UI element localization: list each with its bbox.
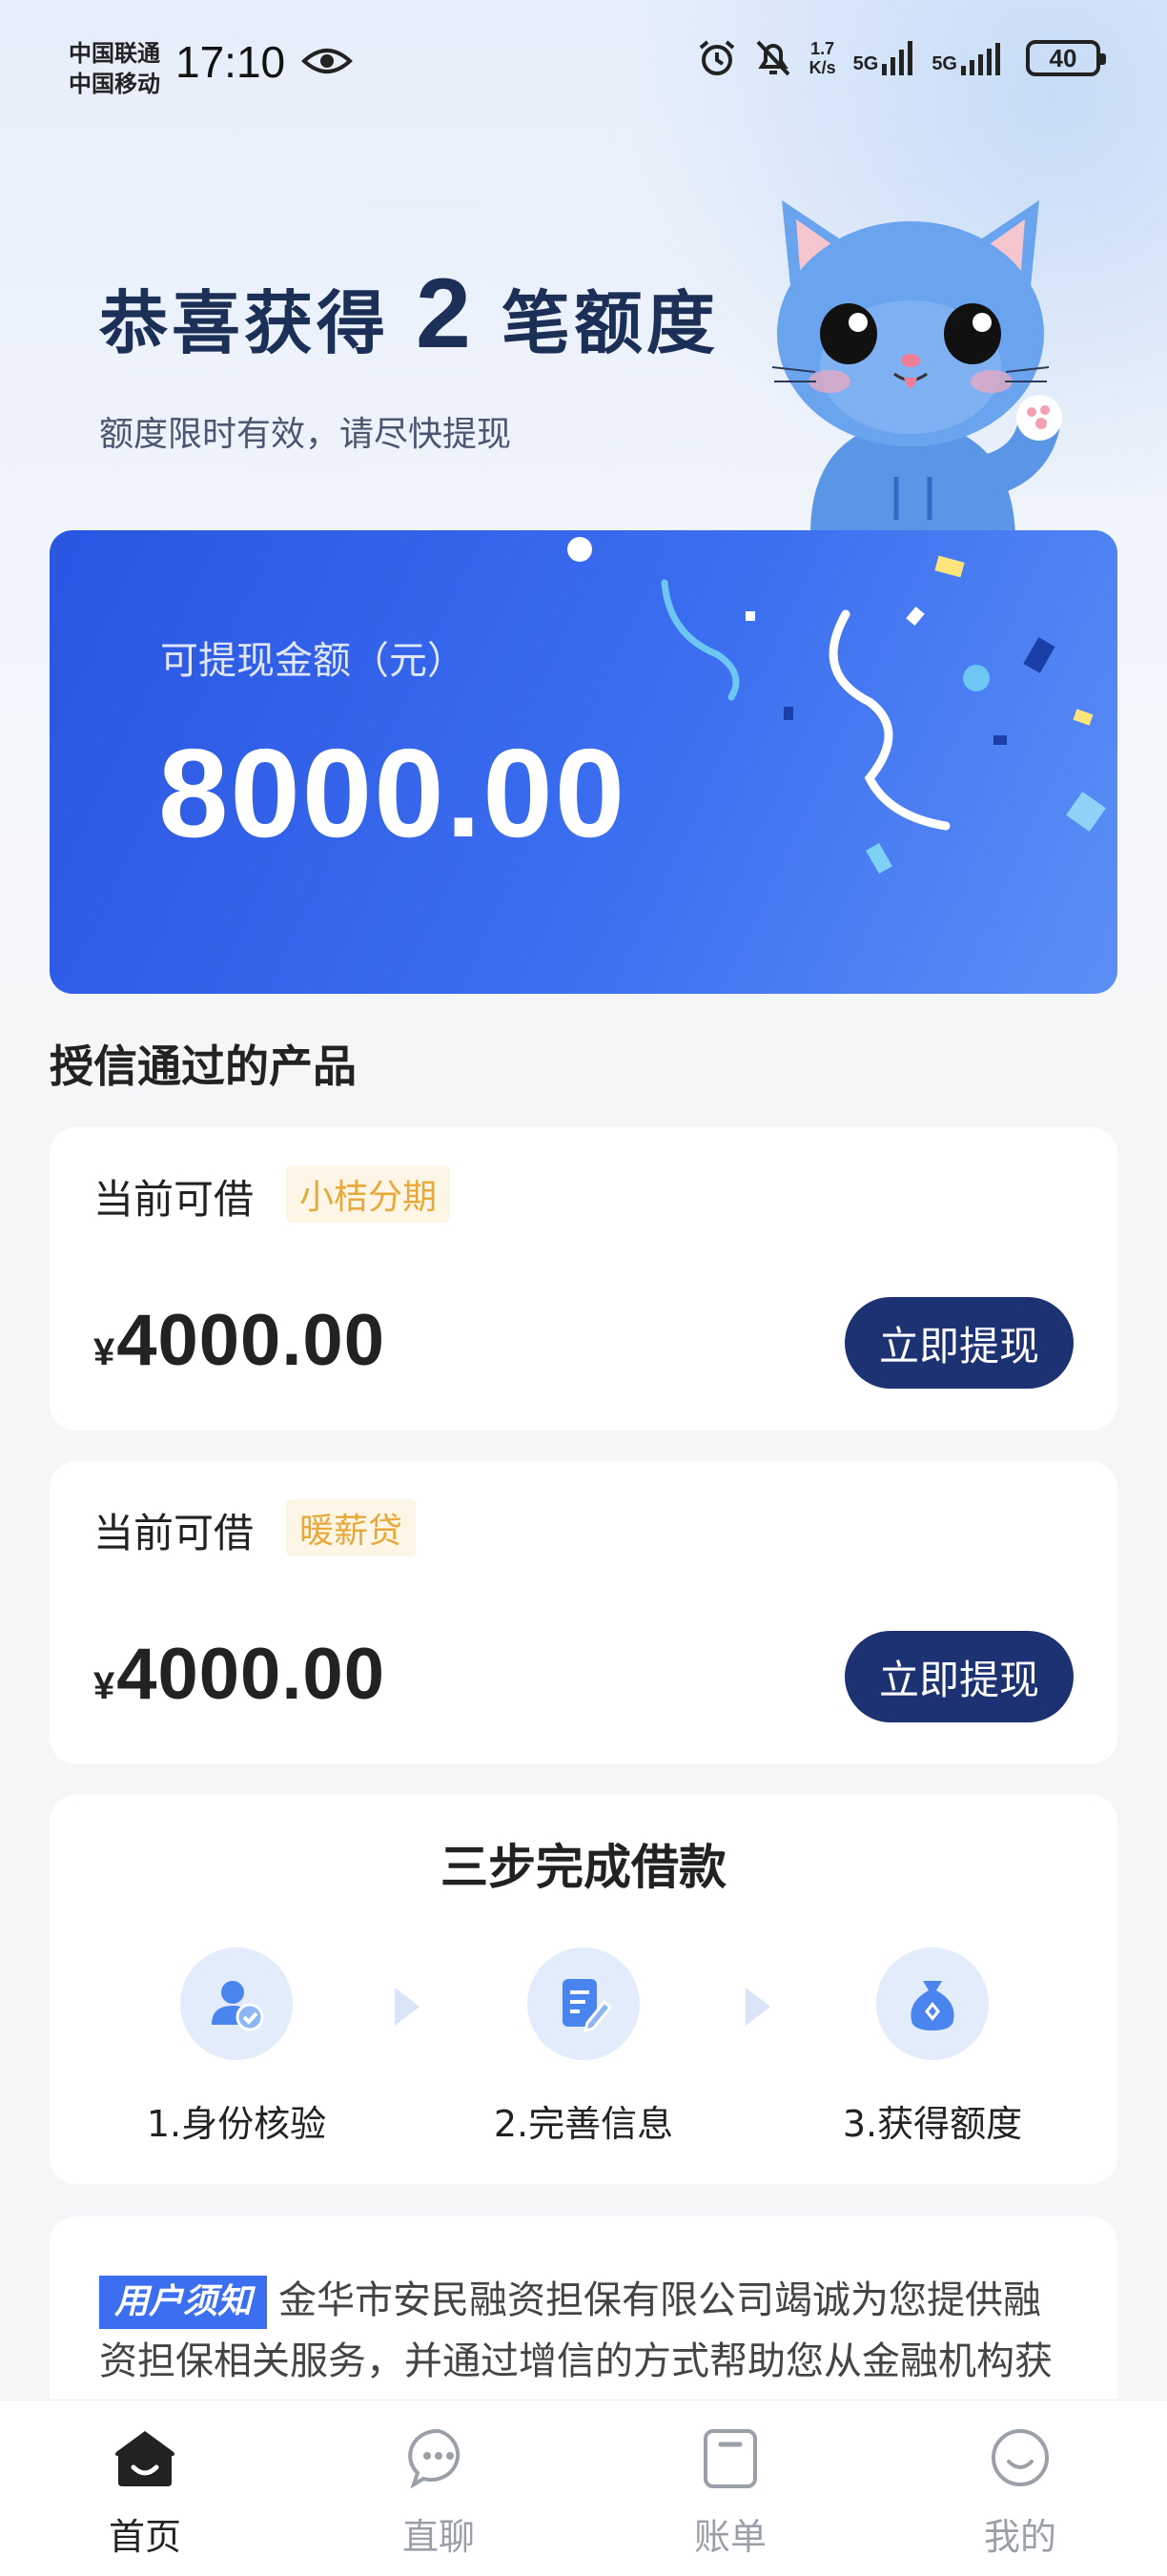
signal-2-label: 5G: [932, 53, 957, 74]
nav-item-home[interactable]: 首页: [50, 2423, 240, 2560]
notice-text-block: 用户须知 金华市安民融资担保有限公司竭诚为您提供融资担保相关服务，并通过增信的方式…: [99, 2270, 1072, 2392]
step-get-credit: 3.获得额度: [828, 1947, 1037, 2147]
net-speed-unit: K/s: [809, 58, 836, 77]
currency-symbol: ¥: [93, 1665, 115, 1707]
step-label: 3.获得额度: [842, 2103, 1023, 2145]
cat-mascot-image: [771, 200, 1062, 534]
eye-icon: [301, 49, 353, 73]
signal-2: 5G: [932, 41, 1009, 75]
edit-document-icon: [563, 1979, 613, 2033]
signal-bars-icon: [882, 41, 913, 75]
signal-1: 5G: [853, 41, 915, 75]
nav-item-profile[interactable]: 我的: [925, 2423, 1116, 2560]
hero-title-count: 2: [416, 258, 475, 369]
chat-icon: [408, 2428, 461, 2489]
product-card: 当前可借 小桔分期 ¥4000.00 立即提现: [50, 1127, 1117, 1431]
step-identity-verification: 1.身份核验: [132, 1947, 341, 2147]
hero-title: 恭喜获得 2 笔额度: [99, 258, 719, 371]
battery-indicator: 40: [1026, 40, 1106, 76]
bill-icon: [704, 2429, 757, 2488]
product-label: 当前可借: [93, 1176, 255, 1223]
alarm-icon: [699, 40, 734, 75]
step-arrow-icon: [395, 1988, 420, 2026]
nav-label: 账单: [693, 2516, 767, 2558]
product-amount: ¥4000.00: [93, 1299, 385, 1382]
products-section-title: 授信通过的产品: [50, 1041, 357, 1092]
loan-steps-card: 三步完成借款 1.身份核验 2.完善信息 3.获得额度: [50, 1795, 1117, 2184]
product-amount-value: 4000.00: [116, 1634, 385, 1715]
carrier-2: 中国移动: [69, 71, 160, 97]
signal-1-label: 5G: [852, 53, 879, 74]
signal-bars-icon: [961, 43, 1000, 75]
steps-title: 三步完成借款: [440, 1840, 727, 1895]
step-label: 2.完善信息: [493, 2103, 674, 2145]
mute-bell-icon: [756, 40, 790, 76]
net-speed-value: 1.7: [810, 39, 835, 58]
nav-label: 我的: [983, 2516, 1056, 2558]
status-bar: 中国联通 中国移动 17:10 1.7 K/s 5G 5G 40: [0, 0, 1167, 134]
bottom-navigation: 首页 直聊 账单 我的: [0, 2400, 1167, 2576]
home-icon: [115, 2431, 174, 2486]
carrier-1: 中国联通: [69, 40, 160, 67]
step-arrow-icon: [746, 1988, 770, 2026]
product-card: 当前可借 暖薪贷 ¥4000.00 立即提现: [50, 1461, 1117, 1764]
hero-title-suffix: 笔额度: [501, 283, 719, 363]
carrier-info: 中国联通 中国移动: [69, 38, 160, 99]
product-amount-value: 4000.00: [116, 1300, 385, 1381]
withdraw-now-button[interactable]: 立即提现: [845, 1631, 1074, 1722]
user-verify-icon: [212, 1981, 264, 2031]
step-icon-wrapper: [876, 1947, 989, 2060]
product-name-tag: 暖薪贷: [286, 1499, 417, 1556]
product-amount: ¥4000.00: [93, 1633, 385, 1716]
withdraw-now-button[interactable]: 立即提现: [845, 1297, 1074, 1389]
nav-item-bill[interactable]: 账单: [635, 2423, 826, 2560]
nav-item-chat[interactable]: 直聊: [343, 2423, 534, 2560]
product-name-tag: 小桔分期: [286, 1165, 451, 1223]
currency-symbol: ¥: [93, 1331, 115, 1373]
step-icon-wrapper: [180, 1947, 293, 2060]
profile-icon: [992, 2429, 1049, 2486]
money-bag-icon: [911, 1981, 954, 2030]
clock: 17:10: [175, 37, 286, 87]
withdrawable-amount-card: 可提现金额（元） 8000.00: [50, 530, 1117, 994]
nav-label: 直聊: [401, 2516, 475, 2558]
step-label: 1.身份核验: [146, 2103, 327, 2145]
notice-badge: 用户须知: [99, 2276, 268, 2329]
status-icons: 1.7 K/s 5G 5G 40: [697, 38, 1106, 78]
product-label: 当前可借: [93, 1510, 255, 1556]
hero-subtitle: 额度限时有效，请尽快提现: [99, 415, 512, 454]
step-complete-info: 2.完善信息: [479, 1947, 688, 2147]
step-icon-wrapper: [527, 1947, 640, 2060]
nav-label: 首页: [108, 2516, 181, 2558]
amount-label: 可提现金额（元）: [160, 639, 465, 683]
network-speed: 1.7 K/s: [809, 39, 836, 77]
hero-title-prefix: 恭喜获得: [99, 283, 390, 363]
amount-value: 8000.00: [158, 723, 627, 863]
